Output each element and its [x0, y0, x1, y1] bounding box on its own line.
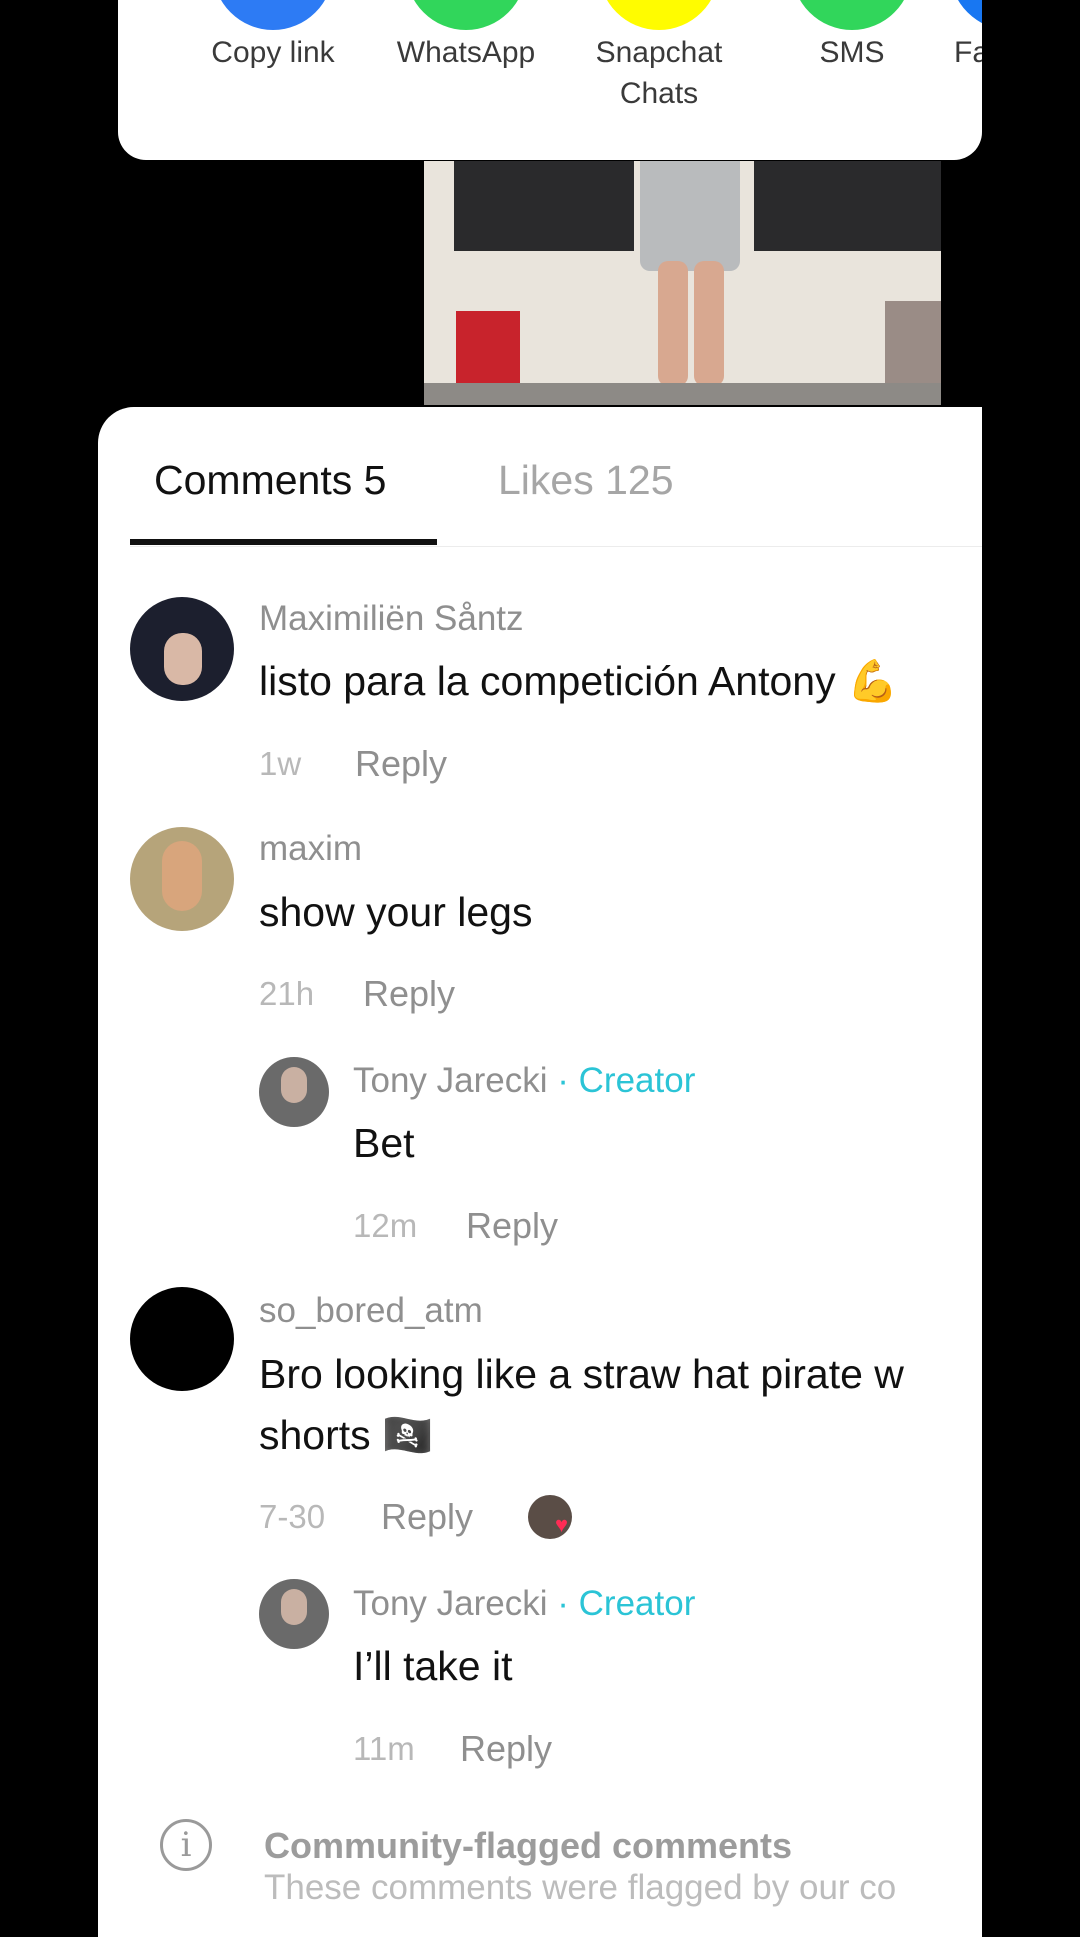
share-sheet: Copy link WhatsApp Snapchat Chats SMS Fa	[118, 0, 982, 160]
share-label: WhatsApp	[396, 36, 536, 69]
share-sms[interactable]: SMS	[757, 0, 947, 73]
comments-panel: Comments 5 Likes 125 Maximiliën Såntz li…	[98, 407, 982, 1937]
comment-text: Bet	[353, 1120, 415, 1166]
comment-author[interactable]: Tony Jarecki · Creator	[353, 1061, 695, 1101]
heart-icon: ♥	[555, 1512, 569, 1537]
share-snapchat[interactable]: Snapchat Chats	[564, 0, 754, 114]
comment-text: show your legs	[259, 889, 533, 935]
avatar[interactable]	[130, 827, 234, 931]
comment-text: Bro looking like a straw hat pirate w	[259, 1351, 904, 1397]
comment-time: 21h	[259, 975, 315, 1012]
leg-right	[694, 261, 724, 386]
snapchat-icon	[599, 0, 719, 30]
comment-author[interactable]: so_bored_atm	[259, 1291, 483, 1331]
avatar[interactable]	[259, 1579, 329, 1649]
video-preview[interactable]	[424, 161, 941, 405]
tab-likes[interactable]: Likes 125	[498, 457, 674, 504]
flagged-description: These comments were flagged by our co	[264, 1868, 897, 1907]
comment-text: I’ll take it	[353, 1643, 513, 1689]
reply-button[interactable]: Reply	[363, 973, 455, 1015]
comment-author[interactable]: Tony Jarecki · Creator	[353, 1584, 695, 1624]
reply-button[interactable]: Reply	[466, 1205, 558, 1247]
share-facebook[interactable]: Fa	[950, 0, 982, 73]
comment-text: shorts 🏴‍☠️	[259, 1412, 434, 1458]
avatar[interactable]	[259, 1057, 329, 1127]
share-label: Fa	[954, 36, 982, 69]
curtain-left	[454, 161, 634, 251]
leg-left	[658, 261, 688, 386]
comment-author[interactable]: Maximiliën Såntz	[259, 599, 524, 639]
creator-badge: · Creator	[557, 1584, 696, 1623]
shorts	[640, 161, 740, 271]
creator-badge: · Creator	[557, 1061, 696, 1100]
share-label: Copy link	[211, 36, 335, 69]
curtain-right	[754, 161, 941, 251]
comment-time: 7-30	[259, 1498, 326, 1535]
comment-text: listo para la competición Antony 💪	[259, 658, 899, 704]
share-whatsapp[interactable]: WhatsApp	[371, 0, 561, 73]
author-name: Tony Jarecki	[353, 1061, 548, 1100]
reply-button[interactable]: Reply	[460, 1728, 552, 1770]
comment-time: 11m	[353, 1730, 415, 1767]
floor	[424, 383, 941, 405]
share-label: SMS	[819, 36, 885, 69]
tab-indicator	[130, 539, 437, 545]
comment-time: 1w	[259, 745, 302, 782]
sms-icon	[792, 0, 912, 30]
info-icon: i	[160, 1819, 212, 1871]
creator-liked-icon: ♥	[528, 1495, 572, 1539]
comment-author[interactable]: maxim	[259, 829, 362, 869]
avatar[interactable]	[130, 1287, 234, 1391]
share-copy-link[interactable]: Copy link	[178, 0, 368, 73]
whatsapp-icon	[406, 0, 526, 30]
avatar[interactable]	[130, 597, 234, 701]
facebook-icon	[950, 0, 982, 30]
figure	[885, 301, 941, 391]
flagged-title[interactable]: Community-flagged comments	[264, 1825, 792, 1867]
share-label: Snapchat Chats	[595, 36, 723, 110]
link-icon	[213, 0, 333, 30]
author-name: Tony Jarecki	[353, 1584, 548, 1623]
divider	[130, 546, 982, 547]
tab-comments[interactable]: Comments 5	[154, 457, 386, 504]
reply-button[interactable]: Reply	[381, 1496, 473, 1538]
reply-button[interactable]: Reply	[355, 743, 447, 785]
comment-time: 12m	[353, 1207, 418, 1244]
